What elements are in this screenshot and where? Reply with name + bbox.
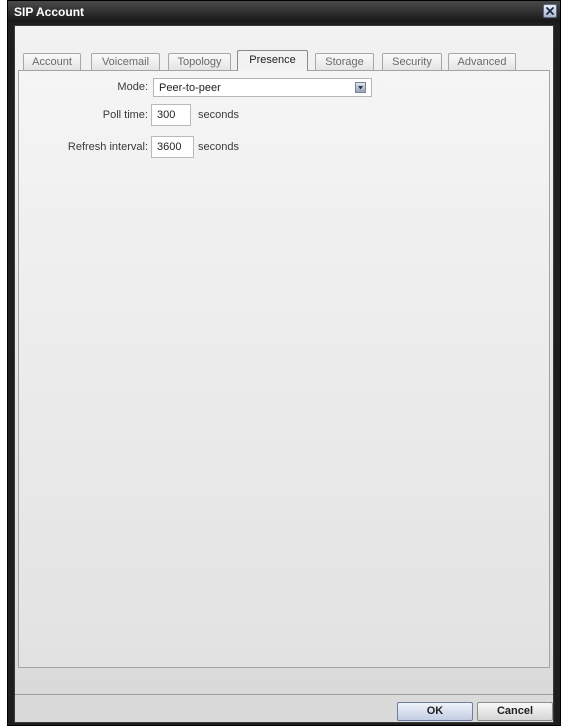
close-button[interactable] — [543, 4, 557, 18]
close-icon — [546, 7, 554, 15]
poll-time-label: Poll time: — [102, 109, 148, 121]
tab-topology[interactable]: Topology — [168, 53, 231, 70]
tab-storage[interactable]: Storage — [315, 53, 374, 70]
tab-bar: Account Voicemail Topology Presence Stor… — [20, 50, 540, 71]
sip-account-dialog: SIP Account Account Voicemail Topology P… — [7, 0, 561, 726]
chevron-down-icon[interactable] — [355, 82, 366, 93]
dialog-body: Account Voicemail Topology Presence Stor… — [14, 25, 554, 723]
refresh-interval-unit: seconds — [198, 141, 239, 153]
presence-panel: Mode: Peer-to-peer Poll time: seconds Re… — [18, 70, 550, 668]
tab-account[interactable]: Account — [23, 53, 81, 70]
poll-time-input[interactable] — [151, 104, 191, 126]
cancel-button[interactable]: Cancel — [477, 702, 553, 721]
tab-security[interactable]: Security — [382, 53, 442, 70]
window-title: SIP Account — [14, 5, 85, 19]
title-bar[interactable]: SIP Account — [8, 1, 560, 22]
mode-select-value: Peer-to-peer — [159, 82, 221, 94]
poll-time-unit: seconds — [198, 109, 239, 121]
mode-select[interactable]: Peer-to-peer — [153, 78, 372, 97]
refresh-interval-input[interactable] — [151, 136, 194, 158]
button-bar-divider — [15, 694, 553, 695]
tab-voicemail[interactable]: Voicemail — [91, 53, 160, 70]
refresh-interval-label: Refresh interval: — [67, 141, 148, 153]
tab-presence[interactable]: Presence — [237, 50, 308, 71]
mode-label: Mode: — [117, 81, 148, 93]
tab-advanced[interactable]: Advanced — [448, 53, 516, 70]
ok-button[interactable]: OK — [397, 702, 473, 721]
